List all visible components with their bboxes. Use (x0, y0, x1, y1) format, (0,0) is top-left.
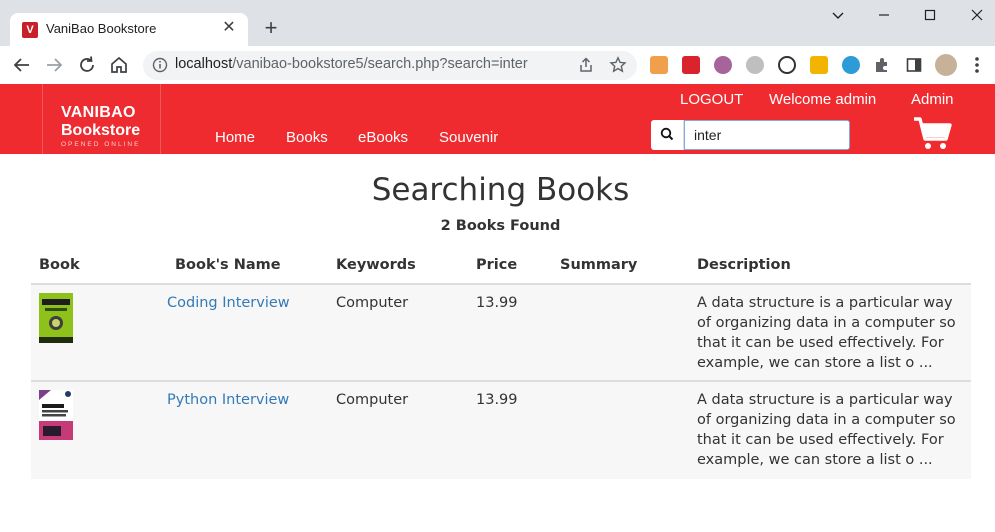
search-icon (660, 127, 674, 141)
back-arrow-icon[interactable] (11, 54, 33, 76)
book-keywords: Computer (336, 295, 409, 311)
extensions-puzzle-icon[interactable] (873, 56, 891, 74)
book-name-link[interactable]: Coding Interview (167, 295, 290, 311)
purple-extension-icon[interactable] (714, 56, 732, 74)
logo-tagline: OPENED ONLINE (61, 141, 141, 148)
book-cover-python-interview[interactable] (39, 390, 73, 440)
col-description: Description (697, 257, 791, 273)
chevron-down-icon[interactable] (827, 4, 849, 26)
results-table: Book Book's Name Keywords Price Summary … (31, 249, 971, 479)
welcome-text: Welcome admin (769, 91, 877, 108)
site-info-icon[interactable] (152, 57, 168, 73)
profile-avatar[interactable] (935, 54, 957, 76)
search-button[interactable] (651, 120, 684, 150)
nav-ebooks[interactable]: eBooks (358, 129, 408, 146)
col-keywords: Keywords (336, 257, 416, 273)
color-extension-icon[interactable] (842, 56, 860, 74)
results-count: 2 Books Found (440, 218, 561, 234)
site-search (651, 120, 850, 150)
table-row: Coding Interview Computer 13.99 A data s… (31, 285, 971, 382)
logo-line2: Bookstore (61, 122, 141, 139)
browser-tab[interactable]: V VaniBao Bookstore ✕ (10, 13, 248, 46)
book-price: 13.99 (476, 392, 518, 408)
url-text: localhost/vanibao-bookstore5/search.php?… (175, 56, 528, 72)
browser-toolbar: localhost/vanibao-bookstore5/search.php?… (0, 46, 995, 84)
maximize-icon[interactable] (919, 4, 941, 26)
site-header: VANIBAO Bookstore OPENED ONLINE Home Boo… (0, 84, 995, 154)
side-panel-icon[interactable] (905, 56, 923, 74)
shopping-cart-icon[interactable] (912, 115, 952, 151)
admin-link[interactable]: Admin (911, 91, 954, 108)
url-host: localhost (175, 56, 233, 72)
pdf-extension-icon[interactable] (682, 56, 700, 74)
book-name-link[interactable]: Python Interview (167, 392, 289, 408)
nav-home[interactable]: Home (215, 129, 255, 146)
minimize-icon[interactable] (873, 4, 895, 26)
col-summary: Summary (560, 257, 638, 273)
logo-line1: VANIBAO (61, 104, 136, 121)
forward-arrow-icon[interactable] (43, 54, 65, 76)
address-bar[interactable]: localhost/vanibao-bookstore5/search.php?… (143, 51, 637, 80)
nav-books[interactable]: Books (286, 129, 328, 146)
gear-extension-icon[interactable] (746, 56, 764, 74)
col-book: Book (39, 257, 80, 273)
tab-close-icon[interactable]: ✕ (219, 18, 239, 38)
site-favicon-icon: V (22, 22, 38, 38)
share-icon[interactable] (577, 56, 595, 74)
url-path: /vanibao-bookstore5/search.php?search=in… (232, 56, 528, 72)
reload-icon[interactable] (76, 54, 98, 76)
book-cover-coding-interview[interactable] (39, 293, 73, 343)
bookmark-star-icon[interactable] (609, 56, 627, 74)
col-book-name: Book's Name (175, 257, 281, 273)
book-description: A data structure is a particular way of … (697, 392, 956, 468)
tab-title: VaniBao Bookstore (46, 21, 157, 36)
yellow-extension-icon[interactable] (810, 56, 828, 74)
more-menu-icon[interactable] (970, 54, 984, 76)
book-price: 13.99 (476, 295, 518, 311)
page-title: Searching Books (371, 172, 630, 208)
col-price: Price (476, 257, 518, 273)
book-description: A data structure is a particular way of … (697, 295, 956, 371)
logout-link[interactable]: LOGOUT (680, 91, 743, 108)
window-close-icon[interactable] (966, 4, 988, 26)
table-row: Python Interview Computer 13.99 A data s… (31, 382, 971, 479)
site-logo[interactable]: VANIBAO Bookstore OPENED ONLINE (42, 84, 161, 154)
play-extension-icon[interactable] (778, 56, 796, 74)
book-keywords: Computer (336, 392, 409, 408)
new-tab-icon[interactable]: + (260, 17, 282, 39)
search-input[interactable] (684, 120, 850, 150)
nav-souvenir[interactable]: Souvenir (439, 129, 498, 146)
browser-tab-strip: V VaniBao Bookstore ✕ + (0, 0, 995, 46)
table-header: Book Book's Name Keywords Price Summary … (31, 249, 971, 285)
metamask-extension-icon[interactable] (650, 56, 668, 74)
home-icon[interactable] (108, 54, 130, 76)
